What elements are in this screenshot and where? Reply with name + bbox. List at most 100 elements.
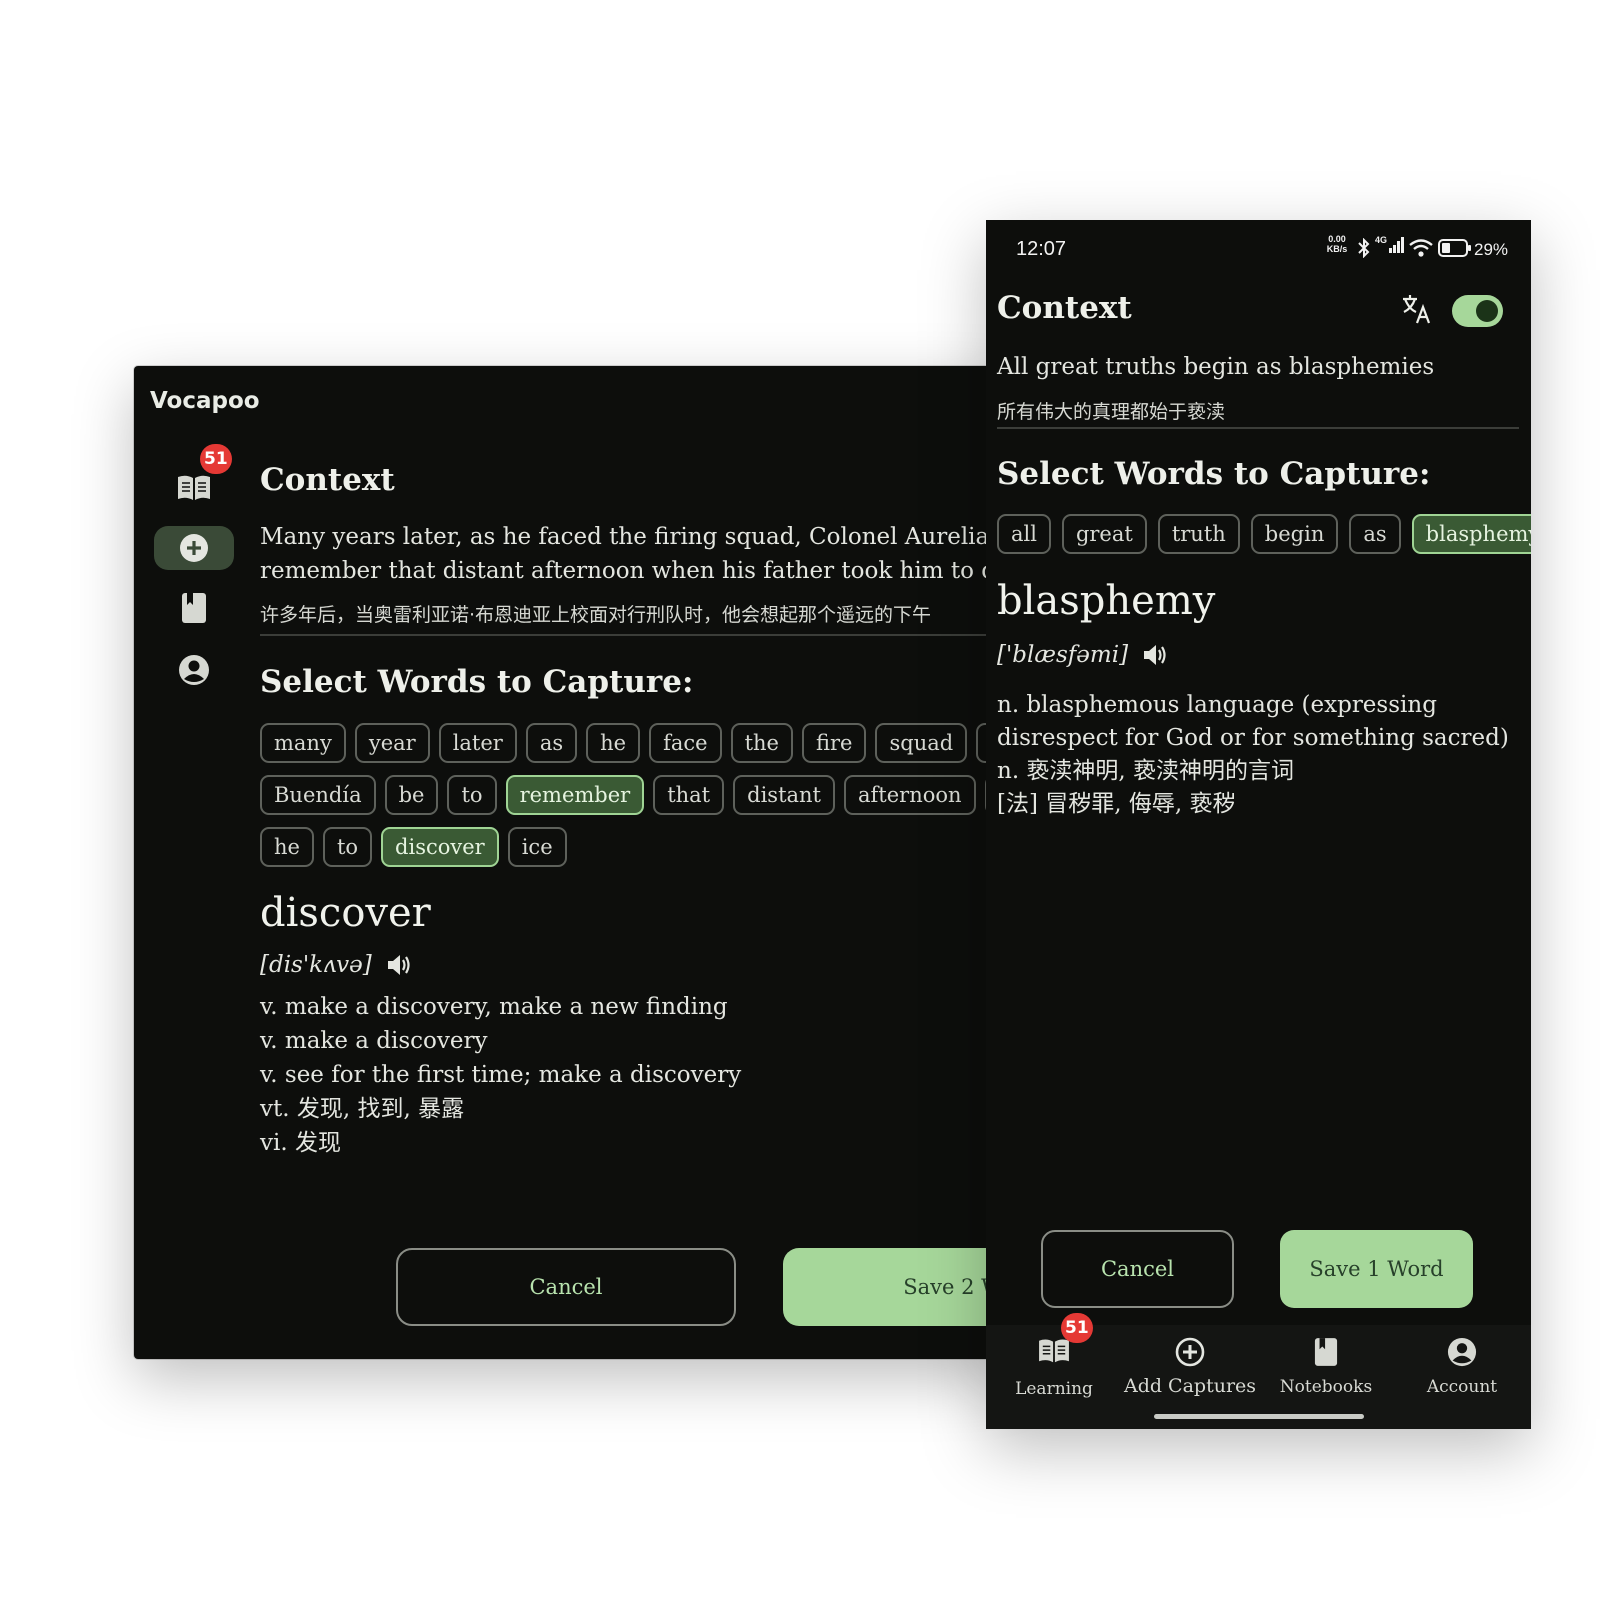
context-title: Context	[997, 290, 1132, 326]
context-translation: 许多年后，当奥雷利亚诺·布恩迪亚上校面对行刑队时，他会想起那个遥远的下午	[260, 604, 932, 626]
tab-account[interactable]: Account	[1402, 1337, 1522, 1397]
plus-circle-icon	[180, 534, 208, 562]
word-chip[interactable]: to	[322, 827, 373, 867]
plus-circle-icon	[1175, 1337, 1205, 1367]
definition-line: n. 亵渎神明, 亵渎神明的言词	[997, 758, 1295, 784]
word-chip[interactable]: begin	[1250, 514, 1339, 554]
cancel-button[interactable]: Cancel	[1041, 1230, 1234, 1308]
definition-line: disrespect for God or for something sacr…	[997, 725, 1509, 751]
translate-icon[interactable]	[1401, 293, 1433, 325]
bluetooth-icon	[1358, 238, 1370, 258]
cancel-button-label: Cancel	[529, 1275, 603, 1299]
speaker-icon[interactable]	[1142, 643, 1168, 667]
select-words-title: Select Words to Capture:	[997, 456, 1431, 492]
word-chip[interactable]: he	[260, 827, 314, 867]
phonetic-row: [dis'kʌvə]	[260, 952, 412, 978]
save-button-label: Save 1 Word	[1309, 1257, 1444, 1281]
phonetic-text: ['blæsfəmi]	[997, 642, 1129, 668]
word-chip[interactable]: that	[653, 775, 725, 815]
sidebar-item-learning[interactable]: 51	[154, 444, 234, 510]
sidebar-item-add-captures[interactable]	[154, 526, 234, 570]
definition-line: n. blasphemous language (expressing	[997, 692, 1437, 718]
context-sentence-line1: Many years later, as he faced the firing…	[260, 524, 1014, 550]
word-chip[interactable]: he	[586, 723, 641, 763]
speaker-icon[interactable]	[386, 953, 412, 977]
battery-percent: 29%	[1474, 240, 1509, 259]
word-chip[interactable]: all	[997, 514, 1051, 554]
word-chip[interactable]: to	[447, 775, 497, 815]
tab-notebooks-label: Notebooks	[1279, 1377, 1373, 1397]
word-chip[interactable]: squad	[875, 723, 968, 763]
definitions-list: n. blasphemous language (expressing disre…	[997, 689, 1509, 821]
app-brand: Vocapoo	[150, 388, 260, 414]
notebook-icon	[1314, 1338, 1338, 1366]
select-words-title: Select Words to Capture:	[260, 664, 694, 700]
context-sentence: All great truths begin as blasphemies	[997, 354, 1435, 380]
word-chip[interactable]: as	[525, 723, 578, 763]
definition-line: vi. 发现	[260, 1130, 341, 1156]
word-chip[interactable]: ice	[507, 827, 567, 867]
selected-headword: discover	[260, 890, 431, 936]
save-words-button[interactable]: Save 1 Word	[1280, 1230, 1473, 1308]
net-speed-unit: KB/s	[1326, 244, 1348, 254]
context-divider	[260, 634, 1014, 636]
wifi-icon	[1409, 239, 1433, 257]
word-chip[interactable]: great	[1061, 514, 1147, 554]
definition-line: [法] 冒秽罪, 侮辱, 亵秽	[997, 791, 1236, 817]
cancel-button-label: Cancel	[1100, 1257, 1175, 1281]
word-chip-row: manyyearlaterashefacethefiresquadcolo	[260, 723, 1014, 763]
definition-line: v. see for the first time; make a discov…	[260, 1062, 742, 1088]
context-sentence-line2: remember that distant afternoon when his…	[260, 558, 1004, 584]
tab-learning[interactable]: 51 Learning	[994, 1313, 1114, 1399]
account-circle-icon	[179, 655, 209, 685]
word-chip[interactable]: year	[354, 723, 430, 763]
battery-icon	[1438, 239, 1471, 257]
word-chip[interactable]: Buendía	[260, 775, 376, 815]
context-translation: 所有伟大的真理都始于亵渎	[997, 401, 1226, 423]
word-chip[interactable]: face	[649, 723, 722, 763]
network-type: 4G	[1375, 235, 1388, 245]
mobile-app-screen: 12:07 0.00 KB/s 4G 29% Context All great…	[986, 220, 1531, 1429]
word-chip[interactable]: fire	[801, 723, 867, 763]
translation-toggle[interactable]	[1452, 295, 1503, 327]
sidebar-item-notebooks[interactable]	[154, 586, 234, 630]
tab-account-label: Account	[1426, 1377, 1498, 1397]
book-open-icon	[1039, 1339, 1069, 1363]
word-chip-selected[interactable]: blasphemy	[1411, 514, 1531, 554]
word-chip-row: all great truth begin as blasphemy	[997, 514, 1531, 554]
save-words-button[interactable]: Save 2 W	[783, 1248, 1014, 1326]
tab-add-captures-label: Add Captures	[1123, 1375, 1257, 1397]
net-speed-value: 0.00	[1328, 234, 1346, 244]
learning-count-badge: 51	[1061, 1313, 1093, 1343]
tab-add-captures[interactable]: Add Captures	[1124, 1337, 1256, 1397]
definition-line: v. make a discovery, make a new finding	[260, 994, 728, 1020]
word-chip-row: he to discover ice	[260, 827, 567, 867]
tab-notebooks[interactable]: Notebooks	[1266, 1337, 1386, 1397]
book-open-icon	[178, 475, 210, 500]
definition-line: v. make a discovery	[260, 1028, 488, 1054]
word-chip[interactable]: afternoon	[844, 775, 976, 815]
word-chip[interactable]: truth	[1157, 514, 1240, 554]
word-chip[interactable]: many	[260, 723, 346, 763]
sidebar-item-account[interactable]	[154, 648, 234, 692]
signal-bars-icon	[1389, 237, 1405, 253]
cancel-button[interactable]: Cancel	[396, 1248, 736, 1326]
context-title: Context	[260, 462, 395, 498]
word-chip[interactable]: be	[384, 775, 439, 815]
word-chip[interactable]: the	[730, 723, 793, 763]
context-divider	[997, 427, 1519, 429]
notebook-icon	[182, 593, 206, 623]
word-chip[interactable]: distant	[733, 775, 835, 815]
home-indicator[interactable]	[1154, 1414, 1364, 1419]
definition-line: vt. 发现, 找到, 暴露	[260, 1096, 465, 1122]
word-chip[interactable]: as	[1349, 514, 1401, 554]
word-chip[interactable]: later	[438, 723, 517, 763]
selected-headword: blasphemy	[997, 578, 1216, 624]
account-circle-icon	[1447, 1337, 1477, 1367]
word-chip-selected[interactable]: remember	[505, 775, 645, 815]
toggle-knob	[1476, 300, 1498, 322]
word-chip-selected[interactable]: discover	[381, 827, 499, 867]
word-chip-row: Buendíabetorememberthatdistantafternoonw…	[260, 775, 1014, 815]
phonetic-text: [dis'kʌvə]	[260, 952, 372, 978]
desktop-app-window: Vocapoo 51 Context Many years later, as …	[134, 366, 1014, 1359]
